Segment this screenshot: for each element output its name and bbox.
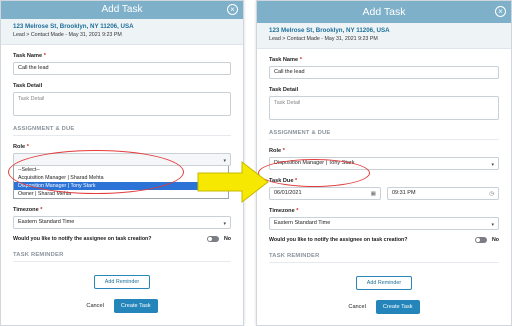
timezone-select[interactable]: Eastern Standard Time ▾	[269, 217, 499, 230]
assignment-section-title: ASSIGNMENT & DUE	[269, 130, 499, 140]
highlight-ellipse-left	[8, 150, 184, 194]
calendar-icon[interactable]: ▦	[371, 189, 376, 200]
chevron-down-icon: ▾	[223, 221, 226, 227]
lead-meta: Lead > Contact Made - May 31, 2021 9:23 …	[13, 32, 122, 38]
due-time-input[interactable]: 09:31 PM ◷	[387, 187, 499, 200]
add-reminder-button[interactable]: Add Reminder	[93, 275, 151, 289]
lead-address[interactable]: 123 Melrose St, Brooklyn, NY 11206, USA	[269, 27, 499, 35]
assignment-section-title: ASSIGNMENT & DUE	[13, 126, 231, 136]
notify-toggle[interactable]	[474, 237, 487, 243]
task-detail-label: Task Detail	[269, 87, 299, 93]
notify-value: No	[223, 236, 231, 242]
cancel-button[interactable]: Cancel	[348, 304, 365, 310]
role-label: Role *	[269, 148, 285, 154]
notify-row: Would you like to notify the assignee on…	[269, 237, 499, 243]
close-icon[interactable]: ×	[495, 6, 506, 17]
modal-title: Add Task	[362, 6, 406, 18]
task-detail-label: Task Detail	[13, 83, 43, 89]
lead-meta: Lead > Contact Made - May 31, 2021 9:23 …	[269, 36, 378, 42]
modal-title: Add Task	[101, 4, 143, 15]
reminder-section-title: TASK REMINDER	[269, 253, 499, 263]
task-name-input[interactable]: Call the lead	[13, 62, 231, 75]
task-due-row: 06/01/2021 ▦ 09:31 PM ◷	[269, 187, 499, 200]
lead-address[interactable]: 123 Melrose St, Brooklyn, NY 11206, USA	[13, 23, 231, 31]
timezone-label: Timezone *	[13, 207, 43, 213]
screenshot-root: Add Task × 123 Melrose St, Brooklyn, NY …	[0, 0, 512, 326]
chevron-down-icon: ▾	[491, 162, 494, 168]
task-name-input[interactable]: Call the lead	[269, 66, 499, 79]
lead-info: 123 Melrose St, Brooklyn, NY 11206, USA …	[257, 23, 511, 49]
timezone-select[interactable]: Eastern Standard Time ▾	[13, 216, 231, 229]
create-task-button[interactable]: Create Task	[375, 300, 420, 314]
reminder-section-title: TASK REMINDER	[13, 252, 231, 262]
notify-question: Would you like to notify the assignee on…	[269, 237, 408, 243]
due-date-input[interactable]: 06/01/2021 ▦	[269, 187, 381, 200]
notify-toggle[interactable]	[206, 236, 219, 242]
task-name-label: Task Name *	[269, 57, 302, 63]
task-detail-textarea[interactable]: Task Detail	[269, 96, 499, 120]
task-detail-textarea[interactable]: Task Detail	[13, 92, 231, 116]
create-task-button[interactable]: Create Task	[113, 299, 158, 313]
add-reminder-button[interactable]: Add Reminder	[355, 276, 413, 290]
cancel-button[interactable]: Cancel	[86, 303, 103, 309]
role-label: Role *	[13, 144, 29, 150]
arrow-right-icon	[197, 160, 269, 204]
modal-header: Add Task ×	[257, 1, 511, 23]
clock-icon[interactable]: ◷	[489, 189, 494, 200]
chevron-down-icon: ▾	[491, 222, 494, 228]
notify-question: Would you like to notify the assignee on…	[13, 236, 152, 242]
notify-row: Would you like to notify the assignee on…	[13, 236, 231, 242]
modal-header: Add Task ×	[1, 1, 243, 19]
task-name-label: Task Name *	[13, 53, 46, 59]
highlight-ellipse-right	[258, 159, 370, 187]
lead-info: 123 Melrose St, Brooklyn, NY 11206, USA …	[1, 19, 243, 45]
close-icon[interactable]: ×	[227, 4, 238, 15]
notify-value: No	[491, 237, 499, 243]
timezone-label: Timezone *	[269, 208, 299, 214]
